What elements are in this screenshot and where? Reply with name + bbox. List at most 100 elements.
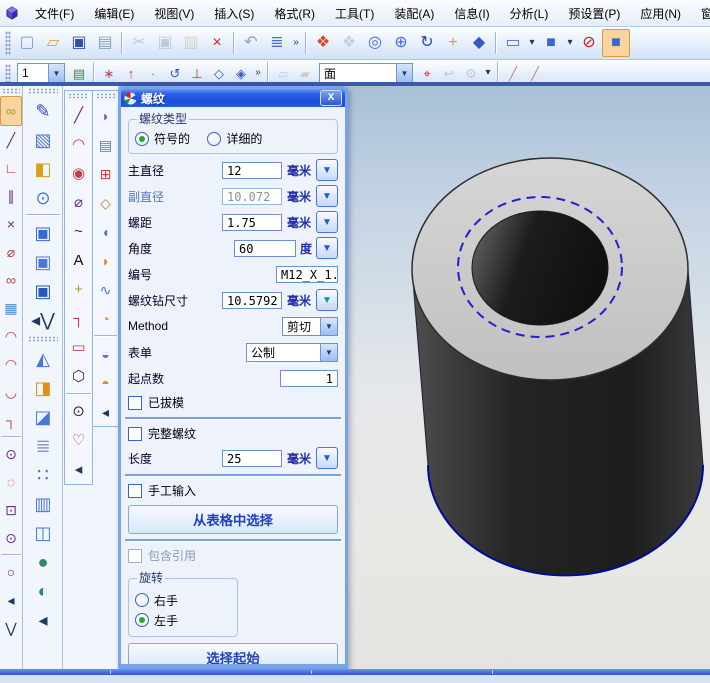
chevron-down-icon[interactable]: ▼: [320, 343, 337, 361]
curve-mesh-surface-icon[interactable]: ⊞: [95, 159, 116, 188]
scroll-left-icon[interactable]: ◂: [95, 397, 116, 426]
toolbar-overflow-icon[interactable]: »: [290, 30, 302, 56]
pitch-field[interactable]: 1.75: [222, 213, 282, 231]
type-filter-combo[interactable]: 面 ▼: [319, 63, 413, 83]
menu-item-format[interactable]: 格式(R): [265, 2, 324, 25]
rotate-view-icon[interactable]: ↻: [414, 30, 440, 56]
minor-diameter-default-button[interactable]: ▼: [316, 185, 338, 207]
circle-center-point-icon[interactable]: ⊙: [1, 440, 21, 468]
section-surface-icon[interactable]: ◔: [95, 304, 116, 333]
subtract-icon[interactable]: ◐: [27, 576, 59, 605]
undo-icon[interactable]: ↶: [238, 30, 264, 56]
menu-item-insert[interactable]: 插入(S): [205, 2, 263, 25]
sketch-icon[interactable]: ✎: [27, 96, 59, 125]
menu-item-application[interactable]: 应用(N): [631, 2, 690, 25]
radio-left-hand[interactable]: 左手: [135, 612, 231, 629]
datum-csys-icon[interactable]: ▰: [294, 63, 316, 83]
new-file-icon[interactable]: ▢: [14, 30, 40, 56]
fold-surface-icon[interactable]: ◒: [95, 339, 116, 368]
length-default-button[interactable]: ▼: [316, 447, 338, 469]
circle-boxed-icon[interactable]: ⊡: [1, 496, 21, 524]
n-sided-surface-icon[interactable]: ◇: [95, 188, 116, 217]
select-start-button[interactable]: 选择起始: [128, 642, 338, 664]
close-icon[interactable]: X: [320, 90, 342, 106]
line-tool-alt-icon[interactable]: ╱: [524, 63, 546, 83]
parallel-line-icon[interactable]: ∥: [1, 182, 21, 210]
sketch-arc-icon[interactable]: ◠: [67, 130, 90, 159]
quadrant-point-icon[interactable]: ◈: [230, 63, 252, 83]
radio-right-hand[interactable]: 右手: [135, 592, 231, 609]
derived-line-icon[interactable]: ⌀: [67, 188, 90, 217]
open-folder-icon[interactable]: ▱: [40, 30, 66, 56]
join-curve-icon[interactable]: ∞: [0, 96, 22, 126]
pad-icon[interactable]: ◨: [27, 373, 59, 402]
csys-point-icon[interactable]: ⊥: [186, 63, 208, 83]
tapered-checkbox-row[interactable]: 已拔模: [128, 395, 338, 411]
major-diameter-default-button[interactable]: ▼: [316, 159, 338, 181]
drag-handle[interactable]: [5, 31, 11, 55]
slot-icon[interactable]: ◪: [27, 402, 59, 431]
radio-button-icon[interactable]: [135, 131, 149, 146]
corner-icon[interactable]: ┐: [67, 304, 90, 333]
circle-diameter-icon[interactable]: ⊙: [1, 524, 21, 552]
fit-view-icon[interactable]: ❖: [310, 30, 336, 56]
radio-button-icon[interactable]: [135, 593, 149, 607]
draft-icon[interactable]: ◭: [27, 344, 59, 373]
pitch-default-button[interactable]: ▼: [316, 211, 338, 233]
circle-chain-icon[interactable]: ◉: [67, 159, 90, 188]
art-spline-icon[interactable]: ♡: [67, 426, 90, 455]
radio-button-icon[interactable]: [207, 131, 222, 146]
delete-icon[interactable]: ×: [204, 30, 230, 56]
save-icon[interactable]: ▣: [66, 30, 92, 56]
arc-center-point-icon[interactable]: ◇: [208, 63, 230, 83]
ellipse-icon[interactable]: ⊙: [67, 397, 90, 426]
line-tool-icon[interactable]: ╱: [502, 63, 524, 83]
circle-icon[interactable]: ○: [1, 558, 21, 586]
type-filter-value[interactable]: 面: [320, 65, 396, 82]
checkbox-icon[interactable]: [128, 426, 142, 441]
pan-view-icon[interactable]: +: [440, 30, 466, 56]
selection-filter-icon[interactable]: ⌖: [416, 63, 438, 83]
rectangle-icon[interactable]: ▭: [67, 333, 90, 362]
boss-icon[interactable]: ▣: [27, 247, 59, 276]
radio-button-icon[interactable]: [135, 613, 149, 627]
point-set-icon[interactable]: ∟: [1, 154, 21, 182]
wave-surface-icon[interactable]: ∿: [95, 275, 116, 304]
tapped-drill-default-button[interactable]: ▼: [316, 289, 338, 311]
menu-item-information[interactable]: 信息(I): [445, 2, 498, 25]
circle-dashed-icon[interactable]: ◌: [1, 468, 21, 496]
menu-item-edit[interactable]: 编辑(E): [85, 2, 143, 25]
cross-line-icon[interactable]: ×: [1, 210, 21, 238]
wireframe-display-icon[interactable]: ▭: [500, 30, 526, 56]
line-circle-icon[interactable]: ⌀: [1, 238, 21, 266]
unite-icon[interactable]: ●: [27, 547, 59, 576]
copy-icon[interactable]: ▣: [152, 30, 178, 56]
arc-icon[interactable]: ◠: [1, 322, 21, 350]
surface-grid-icon[interactable]: ▦: [1, 294, 21, 322]
ruled-surface-icon[interactable]: ▤: [95, 130, 116, 159]
scroll-left-icon[interactable]: ◂: [67, 455, 90, 484]
scroll-left-icon[interactable]: ◂: [1, 586, 21, 614]
control-point-icon[interactable]: ↺: [164, 63, 186, 83]
work-layer-combo[interactable]: 1 ▼: [17, 63, 65, 83]
work-layer-value[interactable]: 1: [18, 66, 48, 80]
drag-handle[interactable]: [5, 64, 11, 82]
swept-surface-icon[interactable]: ◗: [95, 101, 116, 130]
zoom-box-icon[interactable]: ◎: [362, 30, 388, 56]
thread-icon[interactable]: ≣: [27, 431, 59, 460]
corner-surface-icon[interactable]: ◓: [95, 368, 116, 397]
reverse-direction-icon[interactable]: ↩: [438, 63, 460, 83]
shaded-mode-icon[interactable]: ■: [602, 29, 630, 57]
trim-body-icon[interactable]: ◧: [27, 154, 59, 183]
checkbox-icon[interactable]: [128, 483, 142, 498]
chevron-down-icon[interactable]: ▼: [396, 64, 412, 82]
menu-item-assemblies[interactable]: 装配(A): [385, 2, 443, 25]
hole-icon[interactable]: ▣: [27, 218, 59, 247]
display-dropdown-icon[interactable]: ▾: [526, 30, 538, 56]
shaded-display-icon[interactable]: ■: [538, 30, 564, 56]
scroll-left-icon[interactable]: ◂⋁: [27, 305, 59, 334]
corner-curve-icon[interactable]: ┐: [1, 406, 21, 434]
dialog-titlebar[interactable]: 螺纹 X: [121, 89, 345, 107]
hole[interactable]: [471, 210, 609, 326]
angle-default-button[interactable]: ▼: [316, 237, 338, 259]
